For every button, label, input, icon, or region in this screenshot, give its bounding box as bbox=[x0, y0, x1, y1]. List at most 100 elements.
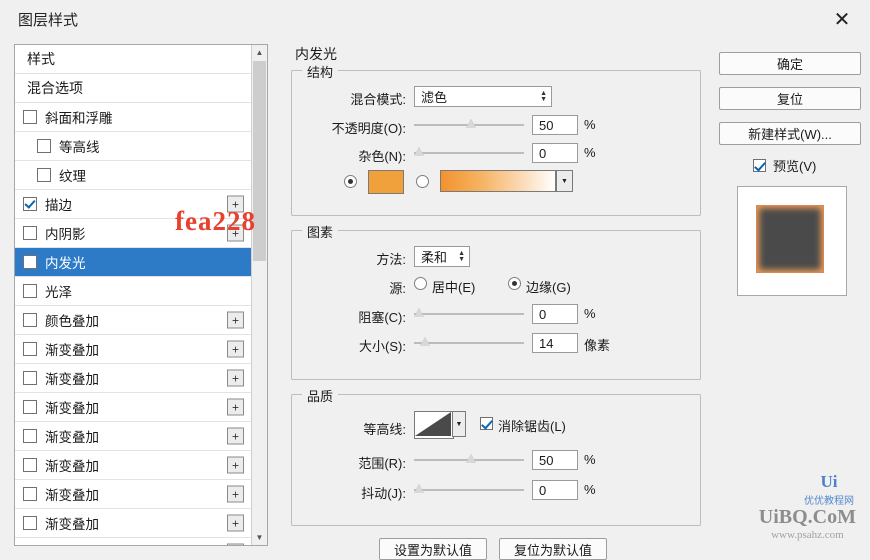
checkbox[interactable] bbox=[23, 255, 37, 269]
styles-row-gradient-overlay-1[interactable]: 渐变叠加 + bbox=[15, 335, 252, 364]
antialias-label: 消除锯齿(L) bbox=[498, 419, 566, 434]
jitter-input[interactable]: 0 bbox=[532, 480, 578, 500]
antialias-checkbox[interactable] bbox=[480, 417, 493, 430]
noise-slider[interactable] bbox=[414, 146, 524, 160]
chevron-down-icon[interactable]: ▼ bbox=[556, 170, 573, 192]
gradient-preview[interactable] bbox=[440, 170, 556, 192]
checkbox[interactable] bbox=[23, 197, 37, 211]
checkbox[interactable] bbox=[23, 313, 37, 327]
choke-input[interactable]: 0 bbox=[532, 304, 578, 324]
blend-mode-select[interactable]: 滤色 ▲ ▼ bbox=[414, 86, 552, 107]
checkbox[interactable] bbox=[37, 168, 51, 182]
elements-group-title: 图素 bbox=[302, 222, 339, 241]
styles-row-label: 颜色叠加 bbox=[45, 314, 99, 329]
reset-default-button[interactable]: 复位为默认值 bbox=[499, 538, 607, 560]
scroll-up-icon[interactable]: ▲ bbox=[252, 45, 267, 60]
noise-input[interactable]: 0 bbox=[532, 143, 578, 163]
checkbox[interactable] bbox=[23, 487, 37, 501]
gradient-fill-radio[interactable] bbox=[416, 175, 429, 188]
chevron-down-icon[interactable]: ▼ bbox=[452, 411, 466, 437]
styles-row-texture[interactable]: 纹理 bbox=[15, 161, 252, 190]
source-edge-radio[interactable] bbox=[508, 277, 521, 290]
color-fill-radio[interactable] bbox=[344, 175, 357, 188]
slider-knob[interactable] bbox=[414, 484, 425, 495]
close-icon[interactable]: ✕ bbox=[814, 0, 870, 38]
styles-row-label: 描边 bbox=[45, 198, 72, 213]
styles-row-header-styles[interactable]: 样式 bbox=[15, 45, 252, 74]
styles-row-label: 渐变叠加 bbox=[45, 517, 99, 532]
checkbox[interactable] bbox=[23, 226, 37, 240]
checkbox[interactable] bbox=[23, 342, 37, 356]
styles-row-label: 内阴影 bbox=[45, 227, 86, 242]
size-input[interactable]: 14 bbox=[532, 333, 578, 353]
range-slider[interactable] bbox=[414, 453, 524, 467]
slider-knob[interactable] bbox=[466, 454, 477, 465]
styles-row-gradient-overlay-5[interactable]: 渐变叠加 + bbox=[15, 451, 252, 480]
plus-icon[interactable]: + bbox=[227, 456, 244, 474]
styles-row-gradient-overlay-7[interactable]: 渐变叠加 + bbox=[15, 509, 252, 538]
slider-knob[interactable] bbox=[466, 119, 477, 130]
quality-group: 品质 等高线: ▼ 消除锯齿(L) 范围(R): 50 % 抖动(J): 0 % bbox=[291, 386, 701, 526]
styles-row-inner-glow[interactable]: 内发光 bbox=[15, 248, 252, 277]
jitter-slider[interactable] bbox=[414, 483, 524, 497]
styles-row-gradient-overlay-4[interactable]: 渐变叠加 + bbox=[15, 422, 252, 451]
plus-icon[interactable]: + bbox=[227, 369, 244, 387]
preview-checkbox[interactable] bbox=[753, 159, 766, 172]
ok-button[interactable]: 确定 bbox=[719, 52, 861, 75]
chevron-updown-icon: ▲ ▼ bbox=[458, 249, 465, 263]
choke-slider[interactable] bbox=[414, 307, 524, 321]
styles-scrollbar[interactable]: ▲ ▼ bbox=[251, 45, 267, 545]
slider-knob[interactable] bbox=[420, 337, 431, 348]
scroll-down-icon[interactable]: ▼ bbox=[252, 530, 267, 545]
plus-icon[interactable]: + bbox=[227, 485, 244, 503]
slider-knob[interactable] bbox=[414, 147, 425, 158]
styles-row-satin[interactable]: 光泽 bbox=[15, 277, 252, 306]
set-default-button[interactable]: 设置为默认值 bbox=[379, 538, 487, 560]
size-slider[interactable] bbox=[414, 336, 524, 350]
styles-row-label: 等高线 bbox=[59, 140, 100, 155]
plus-icon[interactable]: + bbox=[227, 398, 244, 416]
range-input[interactable]: 50 bbox=[532, 450, 578, 470]
new-style-button[interactable]: 新建样式(W)... bbox=[719, 122, 861, 145]
watermark-red: fea228 bbox=[175, 206, 256, 236]
styles-row-color-overlay[interactable]: 颜色叠加 + bbox=[15, 306, 252, 335]
technique-select[interactable]: 柔和 ▲ ▼ bbox=[414, 246, 470, 267]
styles-row-gradient-overlay-6[interactable]: 渐变叠加 + bbox=[15, 480, 252, 509]
checkbox[interactable] bbox=[23, 371, 37, 385]
choke-label: 阻塞(C): bbox=[358, 310, 406, 325]
source-center-radio[interactable] bbox=[414, 277, 427, 290]
preview-label: 预览(V) bbox=[773, 159, 817, 174]
styles-list[interactable]: 样式 混合选项 斜面和浮雕 等高线 纹理 描边 + 内阴影 + 内发光 光泽 颜… bbox=[15, 45, 252, 545]
jitter-value: 0 bbox=[539, 482, 547, 498]
slider-knob[interactable] bbox=[414, 308, 425, 319]
preview-swatch bbox=[756, 205, 824, 273]
checkbox[interactable] bbox=[23, 284, 37, 298]
checkbox[interactable] bbox=[23, 516, 37, 530]
checkbox[interactable] bbox=[23, 429, 37, 443]
preview-toggle[interactable]: 预览(V) bbox=[753, 156, 816, 175]
styles-row-bevel-emboss[interactable]: 斜面和浮雕 bbox=[15, 103, 252, 132]
reset-button[interactable]: 复位 bbox=[719, 87, 861, 110]
plus-icon[interactable]: + bbox=[227, 340, 244, 358]
styles-row-contour[interactable]: 等高线 bbox=[15, 132, 252, 161]
styles-row-blending-options[interactable]: 混合选项 bbox=[15, 74, 252, 103]
checkbox[interactable] bbox=[23, 458, 37, 472]
contour-preview[interactable] bbox=[414, 411, 454, 439]
jitter-unit: % bbox=[584, 482, 596, 497]
plus-icon[interactable]: + bbox=[227, 311, 244, 329]
choke-value: 0 bbox=[539, 306, 547, 322]
checkbox[interactable] bbox=[23, 400, 37, 414]
checkbox[interactable] bbox=[37, 139, 51, 153]
new-style-label: 新建样式(W)... bbox=[748, 127, 832, 142]
styles-row-gradient-overlay-3[interactable]: 渐变叠加 + bbox=[15, 393, 252, 422]
styles-row-gradient-overlay-2[interactable]: 渐变叠加 + bbox=[15, 364, 252, 393]
glow-color-swatch[interactable] bbox=[368, 170, 404, 194]
watermark-grey-main: UiBQ.CoM bbox=[758, 506, 856, 528]
window-title: 图层样式 bbox=[18, 11, 79, 29]
opacity-slider[interactable] bbox=[414, 118, 524, 132]
plus-icon[interactable]: + bbox=[227, 427, 244, 445]
checkbox[interactable] bbox=[23, 110, 37, 124]
plus-icon[interactable]: + bbox=[227, 514, 244, 532]
checkbox[interactable] bbox=[23, 545, 37, 546]
opacity-input[interactable]: 50 bbox=[532, 115, 578, 135]
